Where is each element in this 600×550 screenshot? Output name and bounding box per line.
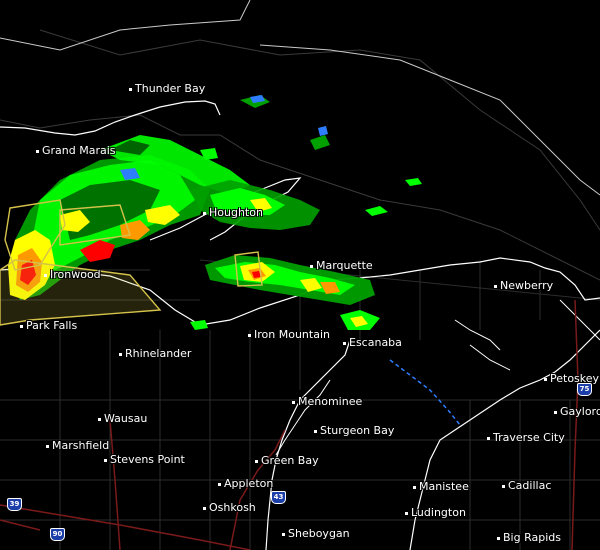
city-marquette: Marquette <box>310 260 373 272</box>
city-rhinelander: Rhinelander <box>119 348 191 360</box>
city-sheboygan: Sheboygan <box>282 528 350 540</box>
city-manistee: Manistee <box>413 481 469 493</box>
city-marshfield: Marshfield <box>46 440 109 452</box>
city-stevens-point: Stevens Point <box>104 454 185 466</box>
city-wausau: Wausau <box>98 413 147 425</box>
lake-michigan-west-shore <box>265 339 351 550</box>
city-ironwood: Ironwood <box>44 269 101 281</box>
city-newberry: Newberry <box>494 280 553 292</box>
city-appleton: Appleton <box>218 478 273 490</box>
city-iron-mountain: Iron Mountain <box>248 329 330 341</box>
northern-lakes-shoreline <box>454 299 600 371</box>
city-houghton: Houghton <box>203 207 263 219</box>
shield-i-43: 43 <box>271 491 286 504</box>
city-park-falls: Park Falls <box>20 320 77 332</box>
radar-map: Thunder Bay Grand Marais Houghton Ironwo… <box>0 0 600 550</box>
city-gaylord: Gaylord <box>554 406 600 418</box>
city-oshkosh: Oshkosh <box>203 502 256 514</box>
city-thunder-bay: Thunder Bay <box>129 83 205 95</box>
city-grand-marais: Grand Marais <box>36 145 116 157</box>
city-sturgeon-bay: Sturgeon Bay <box>314 425 394 437</box>
shield-i-90: 90 <box>50 528 65 541</box>
ferry-route <box>389 359 461 426</box>
city-big-rapids: Big Rapids <box>497 532 561 544</box>
city-cadillac: Cadillac <box>502 480 551 492</box>
city-escanaba: Escanaba <box>343 337 402 349</box>
city-menominee: Menominee <box>292 396 362 408</box>
city-green-bay: Green Bay <box>255 455 319 467</box>
city-traverse-city: Traverse City <box>487 432 565 444</box>
city-ludington: Ludington <box>405 507 466 519</box>
door-peninsula <box>275 379 331 456</box>
shield-i-75: 75 <box>577 383 592 396</box>
